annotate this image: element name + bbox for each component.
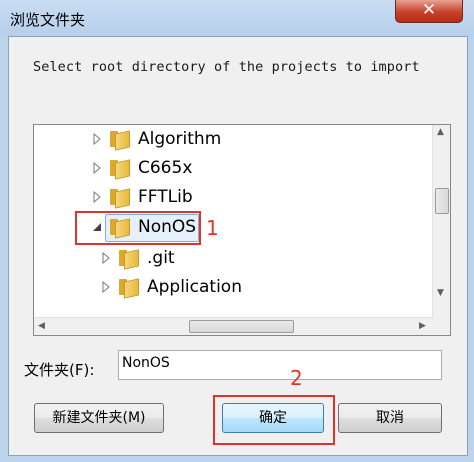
horizontal-scrollbar[interactable]: ◀ ▶ [34,317,433,335]
close-button[interactable]: ✕ [395,0,463,23]
expand-arrow-icon[interactable] [101,252,111,264]
title-bar: 浏览文件夹 ✕ [0,0,474,36]
folder-icon [110,159,130,180]
tree-item-label: FFTLib [138,187,193,207]
tree-item-label: .git [147,248,175,268]
tree-item-label: C665x [138,158,193,178]
description-text: Select root directory of the projects to… [33,59,420,75]
cancel-button[interactable]: 取消 [338,403,442,433]
tree-item-algorithm[interactable]: Algorithm [92,125,221,153]
folder-field-label: 文件夹(F): [24,361,95,379]
folder-icon [119,249,139,270]
tree-item-fftlib[interactable]: FFTLib [92,183,193,211]
scroll-right-icon[interactable]: ▶ [419,321,426,331]
expand-arrow-icon[interactable] [92,133,102,145]
tree-item-label: Application [147,277,242,297]
folder-icon [110,130,130,151]
folder-icon [119,278,139,299]
folder-input-value: NonOS [122,355,170,371]
scroll-corner [433,318,450,335]
folder-input[interactable]: NonOS [118,350,442,380]
scroll-left-icon[interactable]: ◀ [38,321,45,331]
horizontal-scroll-thumb[interactable] [189,320,294,333]
expand-arrow-icon[interactable] [92,162,102,174]
scroll-down-icon[interactable]: ▼ [437,288,444,298]
annotation-marker-2: 2 [290,366,303,390]
tree-item-label: Algorithm [138,129,222,149]
tree-item-c665x[interactable]: C665x [92,154,192,182]
expand-arrow-icon[interactable] [92,191,102,203]
vertical-scroll-thumb[interactable] [435,188,449,214]
annotation-marker-1: 1 [206,216,219,240]
annotation-box-1 [75,211,201,245]
expand-arrow-icon[interactable] [101,281,111,293]
ok-button[interactable]: 确定 [222,403,324,433]
folder-icon [110,188,130,209]
tree-item-application[interactable]: Application [101,273,242,301]
scroll-up-icon[interactable]: ▲ [437,127,444,137]
window-title: 浏览文件夹 [10,11,86,29]
new-folder-button[interactable]: 新建文件夹(M) [34,403,164,433]
vertical-scrollbar[interactable]: ▲ ▼ [432,125,450,318]
tree-item-git[interactable]: .git [101,244,175,272]
